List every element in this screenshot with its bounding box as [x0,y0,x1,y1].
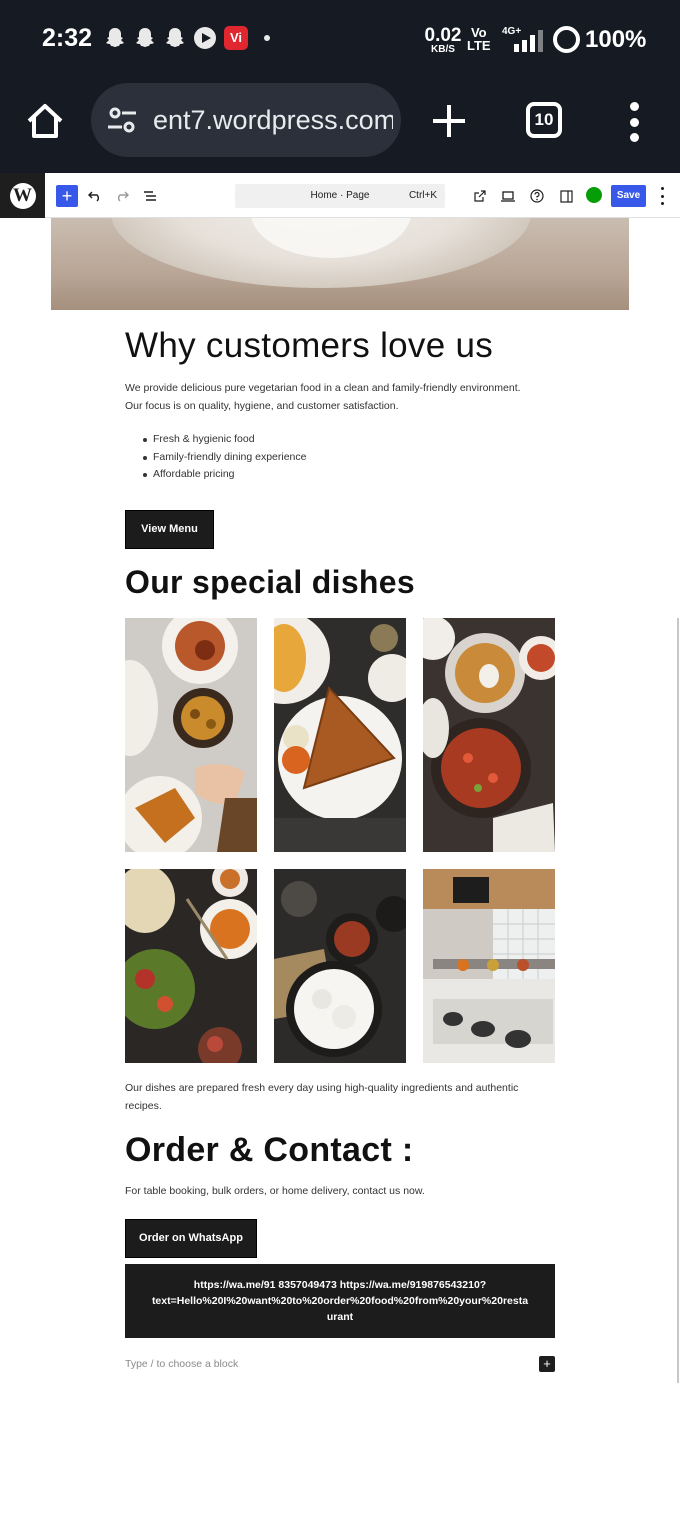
android-status-bar: 2:32 Vi 0.02 KB/S Vo LTE 4G+ 100% [0,0,680,80]
intro-line-2: Our focus is on quality, hygiene, and cu… [125,399,399,412]
dish-image[interactable] [423,618,555,852]
wordpress-icon: W [9,182,36,209]
net-speed-value: 0.02 [424,25,462,46]
order-heading[interactable]: Order & Contact : [125,1131,413,1170]
signal-bars [514,30,543,52]
intro-line-1: We provide delicious pure vegetarian foo… [125,382,521,394]
scrollbar[interactable] [677,618,679,1383]
whatsapp-links-button[interactable]: https://wa.me/91 8357049473 https://wa.m… [125,1264,555,1338]
more-notifications-dot [264,35,270,41]
tab-switcher-button[interactable]: 10 [526,102,562,138]
wa-links-line-2: text=Hello%20I%20want%20to%20order%20foo… [151,1295,529,1307]
jetpack-icon[interactable] [586,187,602,203]
volte-bottom: LTE [467,38,491,53]
vi-app-icon: Vi [224,26,248,50]
dishes-line-2: recipes. [125,1099,162,1112]
editor-header: W + Home · Page Ctrl+K Save [0,173,680,218]
command-shortcut: Ctrl+K [408,190,437,201]
block-placeholder[interactable]: Type / to choose a block [125,1358,238,1370]
youtube-music-icon [194,27,216,49]
snapchat-icon [166,28,184,47]
undo-icon[interactable] [84,185,106,207]
dish-image[interactable] [423,869,555,1063]
dish-image[interactable] [274,618,406,852]
volte-indicator: Vo LTE [467,26,491,52]
options-menu-icon[interactable] [657,187,667,205]
dishes-line-1: Our dishes are prepared fresh every day … [125,1082,519,1094]
order-whatsapp-button[interactable]: Order on WhatsApp [125,1219,257,1258]
dishes-paragraph[interactable]: Our dishes are prepared fresh every day … [125,1080,565,1115]
list-item: Family-friendly dining experience [140,449,307,467]
signal-icon: 4G+ [502,26,544,52]
wa-links-line-3: urant [326,1311,354,1323]
intro-paragraph[interactable]: We provide delicious pure vegetarian foo… [125,380,565,415]
url-text[interactable]: ent7.wordpress.com [153,105,393,136]
wordpress-logo-button[interactable]: W [0,173,45,218]
address-bar[interactable]: ent7.wordpress.com [91,83,401,157]
command-palette[interactable]: Home · Page Ctrl+K [235,184,445,208]
net-speed-unit: KB/S [431,44,455,55]
settings-sidebar-icon[interactable] [555,185,577,207]
view-menu-button[interactable]: View Menu [125,510,214,549]
redo-icon[interactable] [111,185,133,207]
status-time: 2:32 [42,24,93,52]
browser-toolbar: ent7.wordpress.com 10 [0,80,680,173]
browser-menu-icon[interactable] [628,102,640,142]
why-heading[interactable]: Why customers love us [125,326,493,366]
list-item: Affordable pricing [140,466,307,484]
add-block-icon[interactable]: + [539,1356,555,1372]
help-icon[interactable] [526,185,548,207]
battery-icon [553,26,580,53]
order-paragraph[interactable]: For table booking, bulk orders, or home … [125,1185,425,1197]
hero-image[interactable] [51,218,629,310]
document-overview-icon[interactable] [139,185,161,207]
site-settings-icon[interactable] [107,107,137,133]
save-button[interactable]: Save [611,185,646,207]
device-preview-icon[interactable] [497,185,519,207]
dish-image[interactable] [274,869,406,1063]
new-tab-icon[interactable] [430,102,468,140]
wa-links-line-1: https://wa.me/91 8357049473 https://wa.m… [193,1279,487,1291]
dish-image[interactable] [125,869,257,1063]
network-speed: 0.02 KB/S [423,26,463,55]
home-icon[interactable] [24,100,66,142]
view-page-icon[interactable] [469,185,491,207]
block-inserter-button[interactable]: + [56,185,78,207]
dishes-heading[interactable]: Our special dishes [125,564,415,601]
dish-image[interactable] [125,618,257,852]
snapchat-icon [136,28,154,47]
features-list[interactable]: Fresh & hygienic food Family-friendly di… [140,431,307,484]
notification-icons: Vi [104,26,270,50]
list-item: Fresh & hygienic food [140,431,307,449]
battery-percent: 100% [585,26,647,53]
snapchat-icon [106,28,124,47]
editor-canvas: Why customers love us We provide delicio… [0,218,680,1519]
